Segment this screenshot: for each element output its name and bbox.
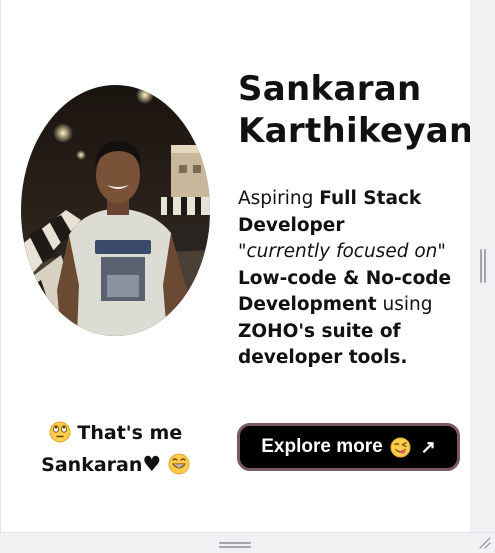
vertical-scrollbar[interactable]	[470, 0, 495, 532]
bio-prefix: Aspiring	[238, 188, 320, 209]
caption-name: Sankaran	[41, 454, 143, 476]
bio-using: using	[376, 294, 433, 315]
face-savoring-food-icon	[390, 436, 411, 458]
bio-tools: ZOHO's suite of developer tools.	[238, 320, 408, 369]
caption-line-1: That's me	[21, 418, 210, 449]
caption-text-1: That's me	[70, 422, 183, 444]
explore-more-label: Explore more	[261, 436, 383, 457]
external-arrow-icon: ↗	[420, 436, 436, 457]
profile-name: Sankaran Karthikeyan	[238, 68, 470, 152]
horizontal-scrollbar[interactable]	[0, 532, 495, 553]
photo-caption: That's me Sankaran♥	[21, 418, 210, 481]
horizontal-grip-icon[interactable]	[219, 542, 251, 548]
heart-icon: ♥	[142, 452, 162, 476]
resize-handle-icon[interactable]	[477, 535, 491, 549]
last-name: Karthikeyan	[238, 111, 470, 151]
explore-more-button[interactable]: Explore more ↗	[237, 423, 460, 471]
bio-quote: "currently focused on"	[238, 241, 446, 262]
face-with-rolling-eyes-icon	[49, 421, 71, 443]
page-viewport: Sankaran Karthikeyan Aspiring Full Stack…	[0, 0, 470, 532]
caption-line-2: Sankaran♥	[21, 449, 210, 481]
grinning-face-icon	[168, 453, 190, 475]
profile-photo	[21, 85, 210, 336]
scrollbar-grip-icon[interactable]	[480, 249, 486, 283]
profile-bio: Aspiring Full Stack Developer "currently …	[238, 186, 464, 372]
first-name: Sankaran	[238, 69, 422, 109]
